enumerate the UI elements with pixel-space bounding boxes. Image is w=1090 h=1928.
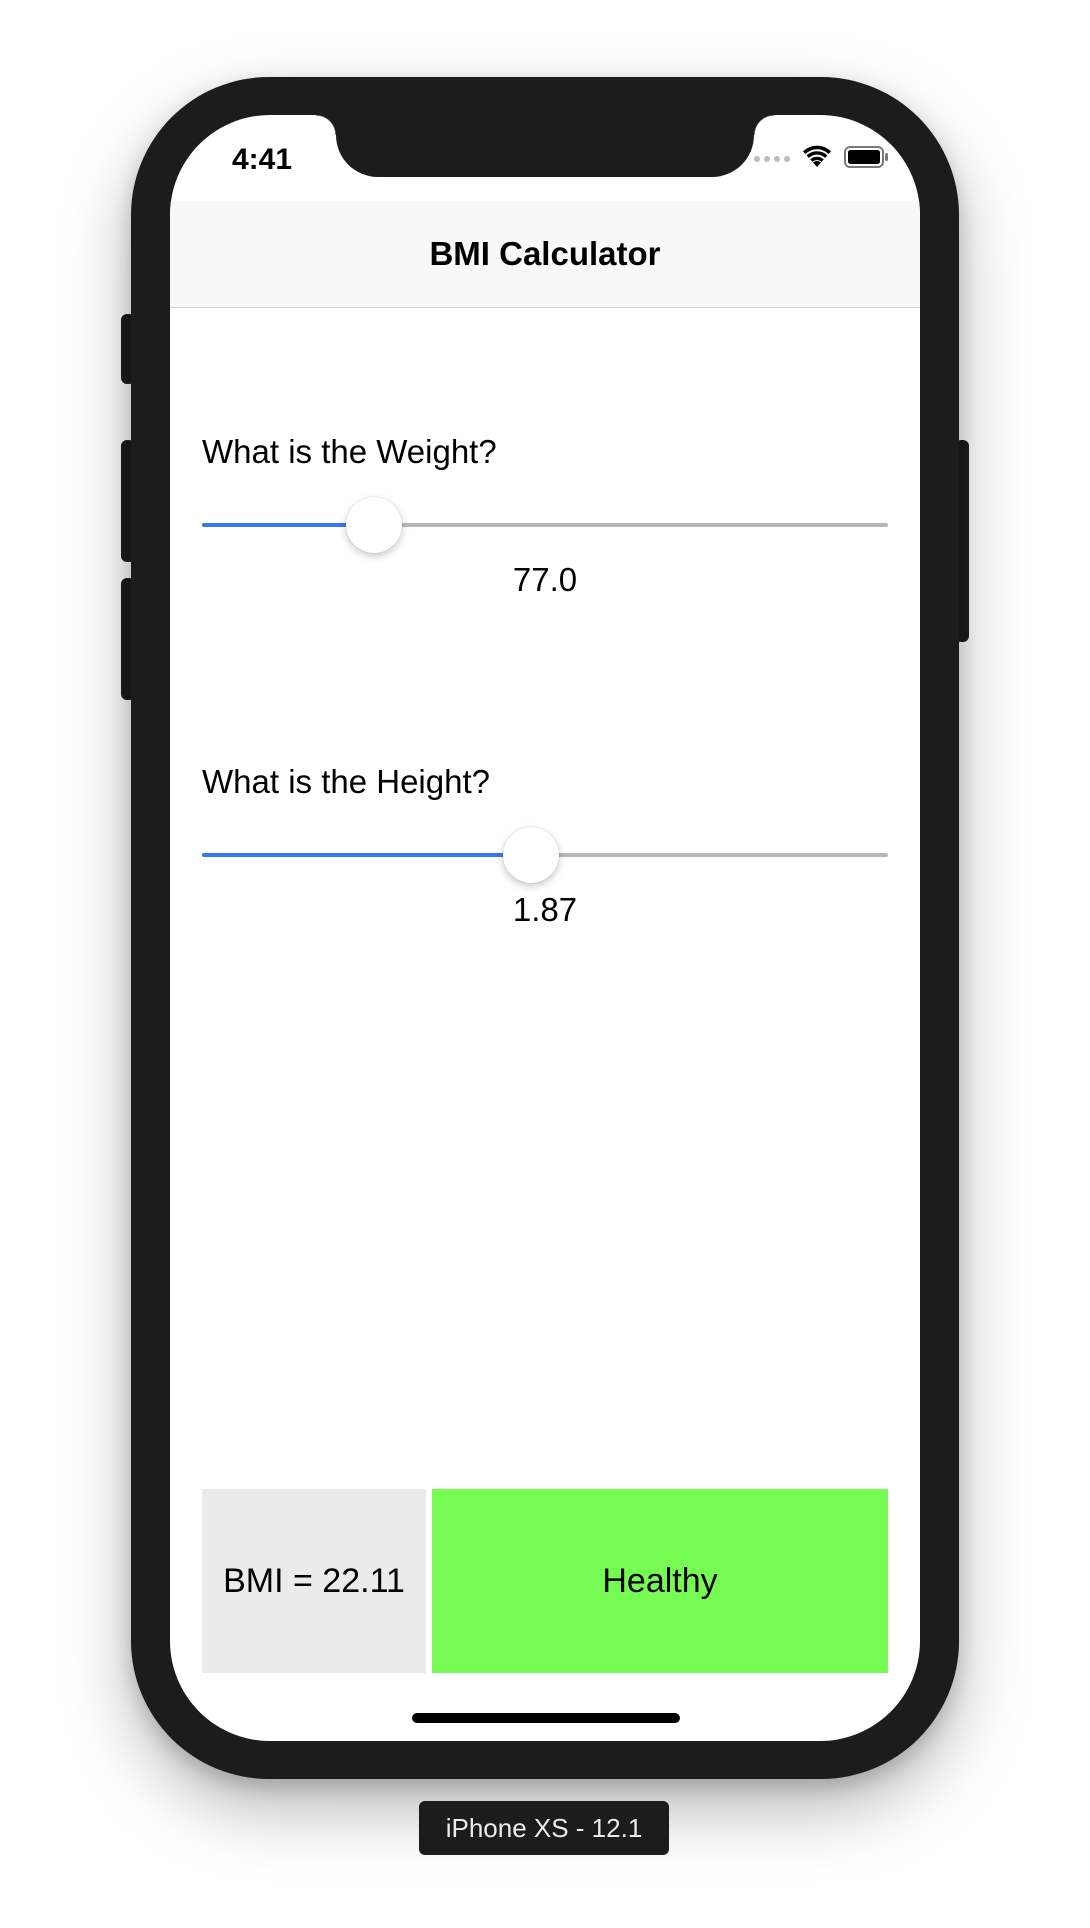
- signal-dots-icon: [754, 156, 790, 162]
- navigation-bar: BMI Calculator: [170, 201, 920, 308]
- status-icons: [754, 145, 890, 173]
- home-indicator[interactable]: [412, 1713, 680, 1723]
- height-slider[interactable]: [202, 825, 888, 885]
- battery-icon: [844, 145, 890, 174]
- health-status: Healthy: [432, 1489, 888, 1673]
- height-label: What is the Height?: [202, 763, 490, 800]
- weight-slider-thumb[interactable]: [345, 497, 402, 553]
- wifi-icon: [802, 145, 832, 174]
- nav-title: BMI Calculator: [429, 235, 661, 272]
- phone-screen: 4:41 BMI Calculator What is the Weight?: [170, 115, 920, 1741]
- height-value: 1.87: [512, 891, 578, 928]
- bmi-result: BMI = 22.11: [202, 1489, 426, 1673]
- status-time: 4:41: [232, 143, 293, 176]
- height-slider-thumb[interactable]: [503, 827, 560, 883]
- weight-slider[interactable]: [202, 495, 888, 555]
- weight-label: What is the Weight?: [202, 433, 497, 470]
- simulator-caption: iPhone XS - 12.1: [419, 1801, 669, 1855]
- notch: [316, 115, 774, 177]
- height-slider-fill: [202, 853, 532, 857]
- weight-value: 77.0: [512, 561, 578, 598]
